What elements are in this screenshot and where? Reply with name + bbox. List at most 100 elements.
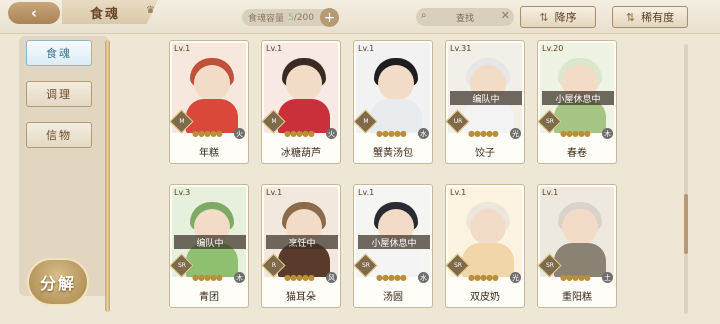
decompose-button[interactable]: 分解 bbox=[27, 258, 89, 306]
crown-icon: ♛ bbox=[146, 5, 155, 16]
card-name: 重阳糕 bbox=[562, 292, 592, 303]
character-face bbox=[562, 209, 598, 245]
card-level: Lv.1 bbox=[174, 44, 191, 53]
element-icon: 水 bbox=[418, 272, 429, 283]
food-soul-card[interactable]: Lv.1 SR ●●●●● 土重阳糕 bbox=[537, 184, 617, 308]
food-soul-card[interactable]: Lv.1 SR ●●●●● 光双皮奶 bbox=[445, 184, 525, 308]
food-soul-grid: Lv.1 M ●●●●● 火年糕 Lv.1 M ●●●●● 火冰糖葫芦 Lv.1 M ●●●●● 水蟹… bbox=[165, 36, 685, 324]
character-outfit bbox=[554, 243, 606, 277]
status-badge: 烹饪中 bbox=[266, 235, 338, 249]
card-level: Lv.1 bbox=[266, 44, 283, 53]
card-level: Lv.31 bbox=[450, 44, 472, 53]
back-arrow-icon: ‹ bbox=[30, 4, 38, 22]
add-capacity-button[interactable]: + bbox=[320, 8, 339, 27]
star-rating: ●●●●● bbox=[468, 273, 499, 282]
element-icon: 木 bbox=[234, 272, 245, 283]
card-name: 冰糖葫芦 bbox=[281, 148, 321, 159]
element-icon: 火 bbox=[234, 128, 245, 139]
tab-conditioning[interactable]: 调理 bbox=[26, 81, 92, 107]
star-rating: ●●●●● bbox=[468, 129, 499, 138]
element-icon: 土 bbox=[602, 272, 613, 283]
character-face bbox=[286, 65, 322, 101]
star-rating: ●●●●● bbox=[284, 129, 315, 138]
rarity-label: M bbox=[179, 118, 185, 125]
capacity-indicator: 食魂容量 5 /200 + bbox=[242, 8, 339, 27]
rarity-sort-label: 稀有度 bbox=[641, 11, 675, 24]
sort-order-button[interactable]: ⇅ 降序 bbox=[520, 6, 596, 28]
star-rating: ●●●●● bbox=[560, 273, 591, 282]
capacity-max: /200 bbox=[293, 12, 314, 23]
card-name: 青团 bbox=[199, 292, 219, 303]
sidebar: 食魂 调理 信物 分解 bbox=[9, 26, 158, 318]
status-badge: 编队中 bbox=[174, 235, 246, 249]
card-level: Lv.20 bbox=[542, 44, 564, 53]
star-rating: ●●●●● bbox=[376, 273, 407, 282]
sort-icon: ⇅ bbox=[539, 10, 549, 24]
card-name: 年糕 bbox=[199, 148, 219, 159]
character-outfit bbox=[278, 99, 330, 133]
element-icon: 火 bbox=[326, 128, 337, 139]
card-level: Lv.1 bbox=[266, 188, 283, 197]
element-icon: 光 bbox=[510, 128, 521, 139]
card-name: 饺子 bbox=[475, 148, 495, 159]
element-icon: 木 bbox=[602, 128, 613, 139]
rarity-label: M bbox=[363, 118, 369, 125]
status-badge: 编队中 bbox=[450, 91, 522, 105]
food-soul-card[interactable]: Lv.1 M ●●●●● 水蟹黄汤包 bbox=[353, 40, 433, 164]
element-icon: 水 bbox=[418, 128, 429, 139]
clear-icon[interactable]: ✕ bbox=[501, 9, 510, 22]
element-icon: 风 bbox=[326, 272, 337, 283]
rarity-label: SR bbox=[546, 262, 554, 269]
character-outfit bbox=[186, 99, 238, 133]
card-level: Lv.1 bbox=[358, 44, 375, 53]
sidebar-pole-decoration bbox=[105, 40, 110, 312]
star-rating: ●●●●● bbox=[284, 273, 315, 282]
star-rating: ●●●●● bbox=[192, 273, 223, 282]
card-name: 春卷 bbox=[567, 148, 587, 159]
food-soul-card[interactable]: Lv.1 M ●●●●● 火冰糖葫芦 bbox=[261, 40, 341, 164]
tab-food-souls[interactable]: 食魂 bbox=[26, 40, 92, 66]
character-outfit bbox=[370, 99, 422, 133]
rarity-label: R bbox=[271, 262, 277, 269]
card-level: Lv.1 bbox=[358, 188, 375, 197]
character-face bbox=[194, 65, 230, 101]
status-badge: 小屋休息中 bbox=[358, 235, 430, 249]
tab-tokens[interactable]: 信物 bbox=[26, 122, 92, 148]
back-button[interactable]: ‹ bbox=[8, 2, 60, 24]
star-rating: ●●●●● bbox=[376, 129, 407, 138]
card-level: Lv.1 bbox=[450, 188, 467, 197]
sort-icon: ⇅ bbox=[625, 10, 636, 24]
search-icon: ⌕ bbox=[421, 10, 427, 21]
scrollbar[interactable] bbox=[684, 44, 688, 314]
page-title: 食魂 bbox=[62, 0, 158, 24]
food-soul-card[interactable]: Lv.31 编队中 UR ●●●●● 光饺子 bbox=[445, 40, 525, 164]
rarity-label: M bbox=[271, 118, 277, 125]
capacity-label: 食魂容量 bbox=[248, 14, 285, 24]
sort-order-label: 降序 bbox=[554, 11, 577, 24]
rarity-label: UR bbox=[453, 118, 463, 125]
rarity-sort-button[interactable]: ⇅ 稀有度 bbox=[612, 6, 688, 28]
character-outfit bbox=[462, 243, 514, 277]
card-level: Lv.3 bbox=[174, 188, 191, 197]
star-rating: ●●●●● bbox=[192, 129, 223, 138]
character-face bbox=[378, 65, 414, 101]
food-soul-card[interactable]: Lv.20 小屋休息中 SR ●●●●● 木春卷 bbox=[537, 40, 617, 164]
scrollbar-thumb[interactable] bbox=[684, 194, 688, 254]
food-soul-card[interactable]: Lv.1 烹饪中 R ●●●●● 风猫耳朵 bbox=[261, 184, 341, 308]
food-soul-card[interactable]: Lv.1 M ●●●●● 火年糕 bbox=[169, 40, 249, 164]
rarity-label: SR bbox=[546, 118, 554, 125]
star-rating: ●●●●● bbox=[560, 129, 591, 138]
card-name: 猫耳朵 bbox=[286, 292, 316, 303]
search-placeholder: 查找 bbox=[455, 13, 474, 24]
sidebar-panel bbox=[19, 36, 109, 296]
card-name: 蟹黄汤包 bbox=[373, 148, 413, 159]
food-soul-card[interactable]: Lv.3 编队中 SR ●●●●● 木青团 bbox=[169, 184, 249, 308]
card-level: Lv.1 bbox=[542, 188, 559, 197]
search-input[interactable]: ⌕ 查找 ✕ bbox=[416, 8, 514, 26]
rarity-label: SR bbox=[178, 262, 186, 269]
element-icon: 光 bbox=[510, 272, 521, 283]
card-name: 双皮奶 bbox=[470, 292, 500, 303]
card-name: 汤圆 bbox=[383, 292, 403, 303]
food-soul-card[interactable]: Lv.1 小屋休息中 SR ●●●●● 水汤圆 bbox=[353, 184, 433, 308]
status-badge: 小屋休息中 bbox=[542, 91, 614, 105]
